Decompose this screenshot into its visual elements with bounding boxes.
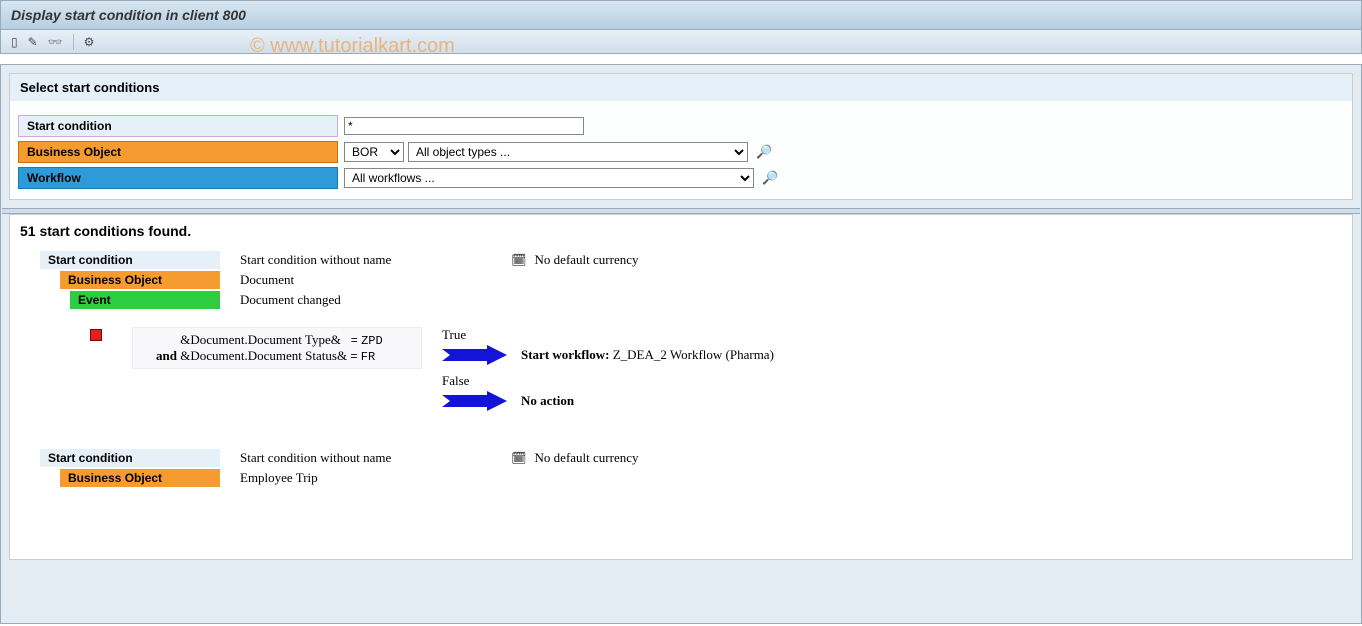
bor-select[interactable]: BOR xyxy=(344,142,404,162)
currency-icon: 🗓 xyxy=(511,253,526,267)
object-types-select[interactable]: All object types ... xyxy=(408,142,748,162)
cond-bo-label: Business Object xyxy=(60,469,220,487)
cond-event-value: Document changed xyxy=(240,292,341,308)
results-panel: 51 start conditions found. Start conditi… xyxy=(9,214,1353,560)
workflow-row: Workflow All workflows ... 🔎 xyxy=(18,167,1344,189)
false-outcome: No action xyxy=(521,393,574,409)
filter-header: Select start conditions xyxy=(10,74,1352,101)
cond-event-label: Event xyxy=(70,291,220,309)
workflow-select[interactable]: All workflows ... xyxy=(344,168,754,188)
currency-text: No default currency xyxy=(535,450,639,466)
start-condition-label: Start condition xyxy=(18,115,338,137)
new-icon[interactable]: ▯ xyxy=(11,35,18,49)
outcome-column: True Start workflow: Z_DEA_2 Workflow (P… xyxy=(442,327,774,419)
logic-box: &Document.Document Type& = ZPD and &Docu… xyxy=(90,327,1342,419)
currency-icon: 🗓 xyxy=(511,451,526,465)
false-label: False xyxy=(442,373,774,389)
business-object-row: Business Object BOR All object types ...… xyxy=(18,141,1344,163)
toolbar: ▯ ✎ 👓 ⚙ xyxy=(0,30,1362,54)
start-condition-input[interactable] xyxy=(344,117,584,135)
currency-text: No default currency xyxy=(535,252,639,268)
cond-start-value: Start condition without name xyxy=(240,252,391,268)
binoculars-icon[interactable]: 🔎 xyxy=(762,170,778,186)
cond-start-label: Start condition xyxy=(40,251,220,269)
window-title: Display start condition in client 800 xyxy=(0,0,1362,30)
binoculars-icon[interactable]: 🔎 xyxy=(756,144,772,160)
business-object-label: Business Object xyxy=(18,141,338,163)
true-outcome: Start workflow: Z_DEA_2 Workflow (Pharma… xyxy=(521,347,774,363)
settings-icon[interactable]: ⚙ xyxy=(84,35,95,49)
results-count: 51 start conditions found. xyxy=(20,223,1342,239)
arrow-false-icon xyxy=(442,391,507,411)
cond-start-value: Start condition without name xyxy=(240,450,391,466)
glasses-icon[interactable]: 👓 xyxy=(48,35,63,49)
error-icon[interactable] xyxy=(90,329,102,341)
cond-start-label: Start condition xyxy=(40,449,220,467)
filter-section: Select start conditions Start condition … xyxy=(9,73,1353,200)
start-condition-row: Start condition xyxy=(18,115,1344,137)
cond-bo-label: Business Object xyxy=(60,271,220,289)
condition-block: Start condition Start condition without … xyxy=(20,449,1342,487)
condition-block: Start condition Start condition without … xyxy=(20,251,1342,419)
main-panel: Select start conditions Start condition … xyxy=(0,64,1362,624)
toolbar-separator xyxy=(73,34,74,50)
edit-icon[interactable]: ✎ xyxy=(28,35,38,49)
cond-bo-value: Employee Trip xyxy=(240,470,318,486)
condition-expression: &Document.Document Type& = ZPD and &Docu… xyxy=(132,327,422,369)
true-label: True xyxy=(442,327,774,343)
cond-bo-value: Document xyxy=(240,272,294,288)
workflow-label: Workflow xyxy=(18,167,338,189)
arrow-true-icon xyxy=(442,345,507,365)
